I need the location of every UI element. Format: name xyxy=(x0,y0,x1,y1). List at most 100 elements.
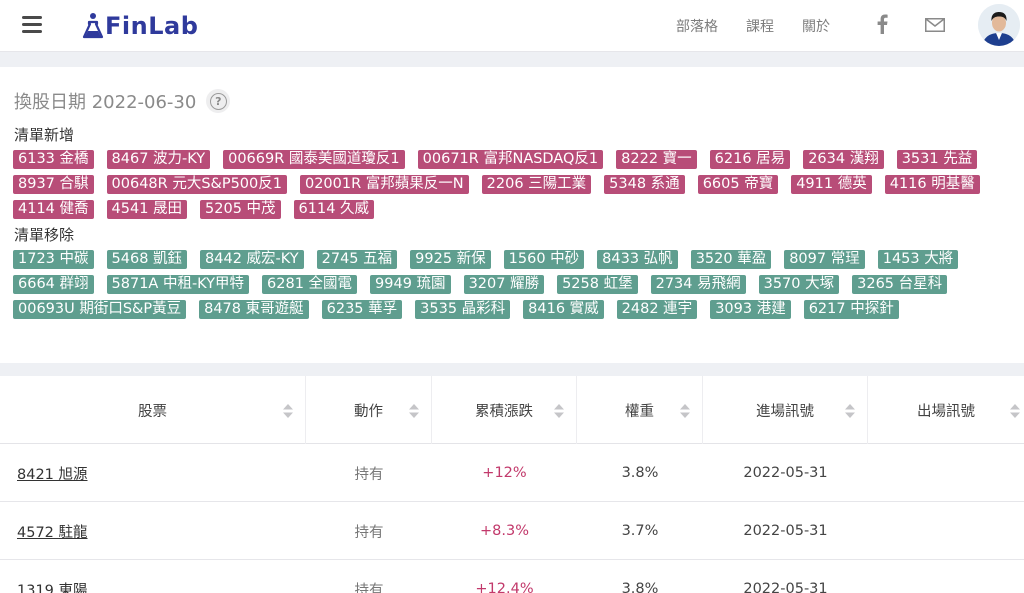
column-header-stock[interactable]: 股票 xyxy=(0,376,306,444)
removed-stock-tag[interactable]: 3093 港建 xyxy=(710,300,791,319)
removed-stock-tag[interactable]: 5871A 中租-KY甲特 xyxy=(106,275,250,294)
top-navbar: FinLab 部落格 課程 關於 xyxy=(0,0,1024,52)
removed-stock-tag[interactable]: 1723 中碳 xyxy=(13,250,94,269)
added-stock-tag[interactable]: 4114 健喬 xyxy=(13,200,94,219)
removed-stock-tag[interactable]: 8478 東哥遊艇 xyxy=(199,300,309,319)
stock-link[interactable]: 8421 旭源 xyxy=(17,463,88,484)
added-stock-tag[interactable]: 2206 三陽工業 xyxy=(481,175,592,194)
nav-link-blog[interactable]: 部落格 xyxy=(676,16,718,36)
added-stock-tag[interactable]: 00671R 富邦NASDAQ反1 xyxy=(417,150,604,169)
sort-icon[interactable] xyxy=(845,404,855,418)
action-cell: 持有 xyxy=(354,524,384,541)
weight-cell: 3.8% xyxy=(621,465,659,481)
help-icon[interactable]: ? xyxy=(206,89,231,113)
table-row: 4572 駐龍 持有 +8.3% 3.7% 2022-05-31 xyxy=(0,502,1024,560)
removed-stock-tag[interactable]: 2745 五福 xyxy=(316,250,398,269)
stock-link[interactable]: 1319 東陽 xyxy=(17,579,88,593)
removed-stock-tag[interactable]: 2482 連宇 xyxy=(616,300,698,319)
action-cell: 持有 xyxy=(354,466,384,483)
stock-link[interactable]: 4572 駐龍 xyxy=(17,521,88,542)
added-tag-list: 6133 金橋 8467 波力-KY 00669R 國泰美國道瓊反1 00671R 富… xyxy=(13,150,1013,219)
added-stock-tag[interactable]: 6114 久威 xyxy=(293,200,375,219)
change-cell: +12% xyxy=(482,465,527,481)
added-stock-tag[interactable]: 8937 合騏 xyxy=(13,175,94,194)
removed-stock-tag[interactable]: 8433 弘帆 xyxy=(597,250,678,269)
nav-links: 部落格 課程 關於 xyxy=(676,16,858,36)
change-cell: +12.4% xyxy=(475,581,534,593)
added-stock-tag[interactable]: 5205 中茂 xyxy=(200,200,281,219)
exit-signal-cell xyxy=(868,444,1024,502)
rebalance-date-title: 換股日期 2022-06-30 xyxy=(14,92,197,113)
facebook-icon[interactable] xyxy=(876,14,888,34)
nav-link-about[interactable]: 關於 xyxy=(802,16,830,36)
sort-icon[interactable] xyxy=(680,404,690,418)
help-glyph: ? xyxy=(209,92,227,110)
removed-stock-tag[interactable]: 3520 華盈 xyxy=(690,250,772,269)
added-stock-tag[interactable]: 00669R 國泰美國道瓊反1 xyxy=(223,150,405,169)
added-stock-tag[interactable]: 8222 寶一 xyxy=(616,150,697,169)
weight-cell: 3.8% xyxy=(621,581,659,593)
removed-stock-tag[interactable]: 3207 耀勝 xyxy=(463,275,545,294)
removed-stock-tag[interactable]: 1560 中砂 xyxy=(503,250,585,269)
added-stock-tag[interactable]: 4911 德英 xyxy=(791,175,872,194)
removed-stock-tag[interactable]: 1453 大將 xyxy=(877,250,959,269)
user-avatar[interactable] xyxy=(978,4,1020,46)
removed-tag-list: 1723 中碳 5468 凱鈺 8442 威宏-KY 2745 五福 9925 新保 15… xyxy=(13,250,1013,319)
removed-stock-tag[interactable]: 3535 晶彩科 xyxy=(415,300,511,319)
change-cell: +8.3% xyxy=(480,523,529,539)
removed-stock-tag[interactable]: 8442 威宏-KY xyxy=(200,250,304,269)
added-stock-tag[interactable]: 00648R 元大S&P500反1 xyxy=(106,175,287,194)
sort-icon[interactable] xyxy=(409,404,419,418)
removed-stock-tag[interactable]: 3265 台星科 xyxy=(852,275,948,294)
rebalance-header: 換股日期 2022-06-30 ? xyxy=(14,88,231,114)
removed-stock-tag[interactable]: 6281 全國電 xyxy=(262,275,358,294)
added-stock-tag[interactable]: 8467 波力-KY xyxy=(106,150,211,169)
removed-stock-tag[interactable]: 8416 實威 xyxy=(523,300,604,319)
removed-stock-tag[interactable]: 8097 常珵 xyxy=(784,250,865,269)
avatar-image xyxy=(978,4,1020,46)
entry-signal-cell: 2022-05-31 xyxy=(743,523,828,539)
exit-signal-cell xyxy=(868,560,1024,593)
column-header-entry-signal[interactable]: 進場訊號 xyxy=(703,376,868,444)
rebalance-card: 換股日期 2022-06-30 ? 清單新增 6133 金橋 8467 波力-KY… xyxy=(0,67,1024,363)
entry-signal-cell: 2022-05-31 xyxy=(743,581,828,593)
added-stock-tag[interactable]: 6605 帝寶 xyxy=(697,175,779,194)
exit-signal-cell xyxy=(868,502,1024,560)
removed-stock-tag[interactable]: 5468 凱鈺 xyxy=(106,250,188,269)
sort-icon[interactable] xyxy=(554,404,564,418)
added-stock-tag[interactable]: 6216 居易 xyxy=(709,150,791,169)
removed-stock-tag[interactable]: 6217 中探針 xyxy=(803,300,899,319)
nav-link-courses[interactable]: 課程 xyxy=(746,16,774,36)
added-stock-tag[interactable]: 5348 系通 xyxy=(604,175,685,194)
column-header-cumulative-change[interactable]: 累積漲跌 xyxy=(432,376,577,444)
added-stock-tag[interactable]: 4541 晟田 xyxy=(106,200,188,219)
table-row: 8421 旭源 持有 +12% 3.8% 2022-05-31 xyxy=(0,444,1024,502)
holdings-table: 股票 動作 累積漲跌 權重 進場訊號 出場訊號 8421 旭源 持有 +12% xyxy=(0,376,1024,593)
menu-icon[interactable] xyxy=(22,16,42,34)
column-header-exit-signal[interactable]: 出場訊號 xyxy=(868,376,1024,444)
entry-signal-cell: 2022-05-31 xyxy=(743,465,828,481)
removed-stock-tag[interactable]: 6235 華孚 xyxy=(321,300,403,319)
action-cell: 持有 xyxy=(354,582,384,593)
added-list-label: 清單新增 xyxy=(14,126,75,144)
column-header-action[interactable]: 動作 xyxy=(306,376,432,444)
removed-stock-tag[interactable]: 3570 大塚 xyxy=(758,275,840,294)
column-header-weight[interactable]: 權重 xyxy=(577,376,703,444)
added-stock-tag[interactable]: 4116 明基醫 xyxy=(884,175,980,194)
sort-icon[interactable] xyxy=(1010,404,1020,418)
finlab-logo[interactable]: FinLab xyxy=(82,8,198,44)
sort-icon[interactable] xyxy=(283,404,293,418)
removed-stock-tag[interactable]: 9925 新保 xyxy=(410,250,491,269)
removed-stock-tag[interactable]: 6664 群翊 xyxy=(13,275,94,294)
mail-icon[interactable] xyxy=(925,18,945,32)
added-stock-tag[interactable]: 6133 金橋 xyxy=(13,150,94,169)
removed-stock-tag[interactable]: 00693U 期街口S&P黃豆 xyxy=(13,300,187,319)
added-stock-tag[interactable]: 2634 漢翔 xyxy=(803,150,884,169)
table-header: 股票 動作 累積漲跌 權重 進場訊號 出場訊號 xyxy=(0,376,1024,444)
removed-stock-tag[interactable]: 2734 易飛網 xyxy=(650,275,746,294)
removed-stock-tag[interactable]: 5258 虹堡 xyxy=(557,275,638,294)
added-stock-tag[interactable]: 02001R 富邦蘋果反一N xyxy=(299,175,469,194)
removed-stock-tag[interactable]: 9949 琉園 xyxy=(370,275,451,294)
added-stock-tag[interactable]: 3531 先益 xyxy=(896,150,978,169)
logo-flask-icon xyxy=(82,13,104,39)
